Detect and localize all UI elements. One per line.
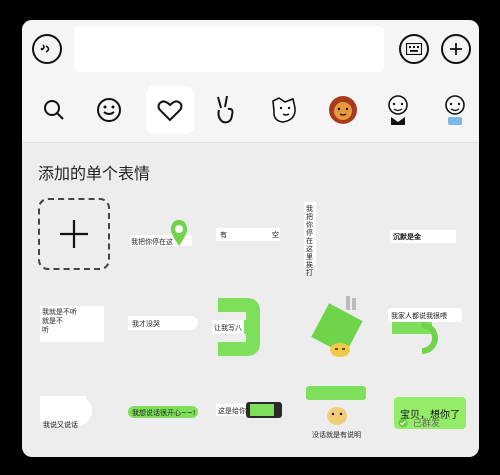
add-sticker-button[interactable] — [38, 198, 110, 270]
lion-sticker-icon[interactable] — [319, 86, 367, 134]
sticker-2[interactable]: 有 空 — [212, 198, 296, 282]
sticker-1[interactable]: 我把你停在这 — [126, 198, 210, 282]
message-input[interactable] — [74, 26, 384, 72]
sticker-13[interactable]: 没话就是有说明 — [298, 386, 382, 457]
sticker-3[interactable]: 我把你停在这里挨打 — [298, 198, 382, 282]
heart-icon[interactable] — [146, 86, 194, 134]
sticker-8[interactable] — [298, 294, 382, 378]
dog-sticker-icon[interactable] — [260, 86, 308, 134]
victory-hand-icon[interactable] — [201, 86, 249, 134]
sticker-9[interactable]: 我家人都说我很喂 — [384, 294, 468, 378]
check-icon — [398, 418, 408, 427]
search-icon[interactable] — [30, 86, 78, 134]
blue-character-sticker-icon[interactable] — [431, 86, 479, 134]
sticker-7[interactable]: 让我写八 — [212, 294, 296, 378]
sticker-12[interactable]: 这是给你 — [212, 386, 296, 457]
sticker-6[interactable]: 我才没哭 — [126, 294, 210, 378]
sent-status: 已群发 — [398, 416, 440, 429]
sticker-panel: 添加的单个表情 我把你停在这 有 空 我把你停在这里挨打 沉默是金 我就是不听 … — [22, 20, 479, 457]
chat-input-bar — [22, 20, 479, 78]
sticker-5[interactable]: 我就是不听 就是不 听 — [38, 294, 122, 378]
sticker-10[interactable]: 我说又说话 — [38, 386, 122, 457]
keyboard-icon[interactable] — [399, 34, 429, 64]
sticker-4[interactable]: 沉默是金 — [384, 198, 468, 282]
voice-icon[interactable] — [32, 34, 62, 64]
plus-icon[interactable] — [441, 34, 471, 64]
sticker-tabs — [22, 78, 479, 143]
character-sticker-icon[interactable] — [374, 86, 422, 134]
emoji-icon[interactable] — [85, 86, 133, 134]
sticker-11[interactable]: 我想说话很开心~~! — [126, 386, 210, 457]
sent-label: 已群发 — [413, 419, 441, 429]
section-title: 添加的单个表情 — [38, 164, 151, 183]
